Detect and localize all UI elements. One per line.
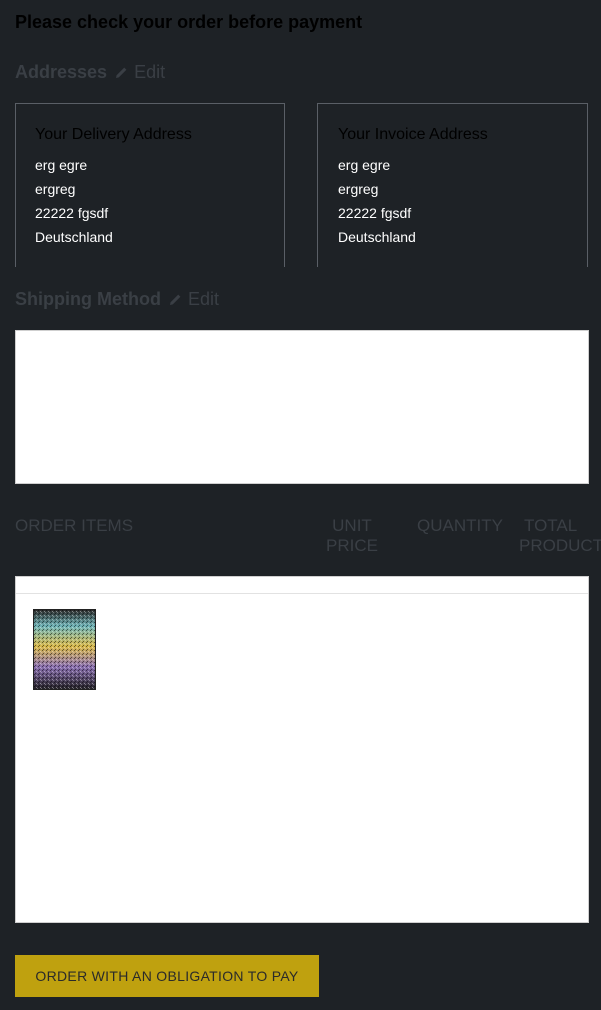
invoice-address-line: ergreg (338, 181, 379, 197)
product-thumbnail[interactable] (33, 609, 96, 690)
invoice-address-line: erg egre (338, 157, 391, 173)
addresses-heading-row: Addresses Edit (15, 62, 165, 83)
column-total-line-2: PRODUCT (519, 536, 601, 555)
invoice-address-box: Your Invoice Address erg egre ergreg 222… (317, 103, 588, 267)
delivery-address-box: Your Delivery Address erg egre ergreg 22… (15, 103, 285, 267)
pencil-icon (169, 294, 181, 305)
shipping-heading-row: Shipping Method Edit (15, 289, 219, 310)
invoice-address-line: Deutschland (338, 229, 416, 245)
column-quantity: QUANTITY (417, 516, 503, 535)
shipping-edit-label: Edit (187, 289, 219, 309)
column-unit-price: UNIT PRICE (323, 516, 381, 556)
addresses-edit-label: Edit (134, 62, 166, 82)
invoice-address-line: 22222 fgsdf (338, 205, 412, 221)
addresses-heading: Addresses (15, 62, 108, 82)
column-unit-price-line-2: PRICE (326, 536, 378, 555)
column-total-product: TOTAL PRODUCT (519, 516, 601, 556)
shipping-method-panel (15, 330, 589, 484)
order-items-divider (16, 593, 588, 594)
page-title: Please check your order before payment (15, 12, 363, 32)
delivery-address-line: erg egre (35, 157, 88, 173)
shipping-heading: Shipping Method (15, 289, 161, 309)
order-with-obligation-button[interactable]: ORDER WITH AN OBLIGATION TO PAY (15, 955, 319, 997)
shipping-edit-link[interactable]: Edit (169, 289, 219, 310)
invoice-address-title: Your Invoice Address (338, 126, 488, 143)
addresses-edit-link[interactable]: Edit (115, 62, 165, 83)
delivery-address-title: Your Delivery Address (35, 126, 192, 143)
order-items-panel (15, 576, 589, 923)
column-unit-price-line-1: UNIT (332, 516, 372, 535)
delivery-address-line: Deutschland (35, 229, 113, 245)
pencil-icon (116, 67, 127, 78)
column-total-line-1: TOTAL (524, 516, 578, 535)
delivery-address-line: 22222 fgsdf (35, 205, 109, 221)
product-image (34, 610, 95, 689)
delivery-address-line: ergreg (35, 181, 76, 197)
column-order-items: ORDER ITEMS (15, 516, 134, 535)
